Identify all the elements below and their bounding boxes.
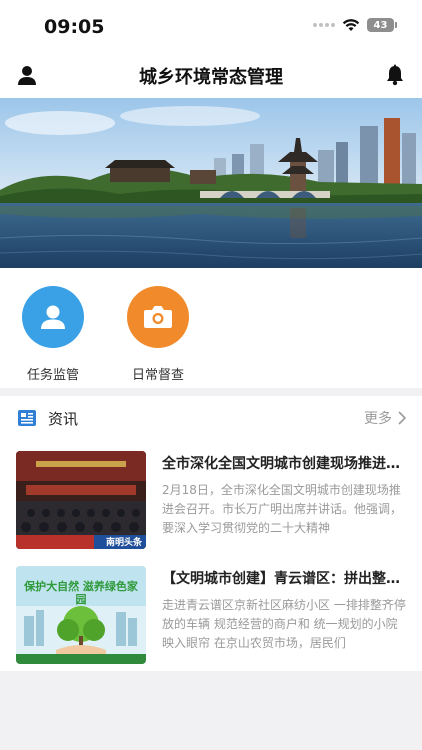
article-summary: 走进青云谱区京新社区麻纺小区 一排排整齐停放的车辆 规范经营的商户和 统一规划的… bbox=[162, 598, 406, 650]
news-section: 资讯 更多 南明头条 全市深化全国文明城市创建现场推进会召开 2月18日，全市深… bbox=[0, 396, 422, 671]
cellular-signal-icon bbox=[313, 23, 335, 27]
daily-inspection-button[interactable]: 日常督查 bbox=[113, 286, 203, 383]
task-supervision-button[interactable]: 任务监管 bbox=[8, 286, 98, 383]
article-title: 全市深化全国文明城市创建现场推进会召开 bbox=[162, 456, 406, 472]
more-label: 更多 bbox=[364, 411, 392, 427]
quick-actions: 任务监管 日常督查 bbox=[0, 268, 422, 388]
quick-circle-task bbox=[22, 286, 84, 348]
city-lake-photo bbox=[0, 98, 422, 268]
news-article-item[interactable]: 保护大自然 滋养绿色家园 【文明城市创建】青云谱区：拼出整洁新面貌 走进青云谱区… bbox=[0, 566, 422, 666]
chevron-right-icon bbox=[398, 411, 406, 425]
article-thumbnail: 保护大自然 滋养绿色家园 bbox=[16, 566, 146, 664]
banner-image[interactable] bbox=[0, 98, 422, 268]
news-section-title: 资讯 bbox=[48, 410, 79, 428]
news-icon bbox=[18, 410, 36, 426]
status-time: 09:05 bbox=[44, 16, 105, 38]
thumbnail-caption: 保护大自然 滋养绿色家园 bbox=[24, 580, 138, 606]
status-bar: 09:05 43 bbox=[0, 0, 422, 54]
news-article-item[interactable]: 南明头条 全市深化全国文明城市创建现场推进会召开 2月18日，全市深化全国文明城… bbox=[0, 451, 422, 551]
wifi-icon bbox=[342, 19, 360, 31]
news-header: 资讯 更多 bbox=[0, 396, 422, 440]
nav-bar: 城乡环境常态管理 bbox=[0, 54, 422, 98]
task-supervision-label: 任务监管 bbox=[26, 368, 79, 383]
quick-circle-inspection bbox=[127, 286, 189, 348]
camera-icon bbox=[144, 306, 172, 328]
article-summary: 2月18日，全市深化全国文明城市创建现场推进会召开。市长万广明出席并讲话。他强调… bbox=[162, 483, 403, 535]
bell-icon[interactable] bbox=[384, 64, 406, 86]
page-title: 城乡环境常态管理 bbox=[139, 67, 283, 88]
article-thumbnail: 南明头条 bbox=[16, 451, 146, 549]
person-icon bbox=[41, 305, 65, 329]
more-link[interactable]: 更多 bbox=[364, 408, 406, 428]
article-title: 【文明城市创建】青云谱区：拼出整洁新面貌 bbox=[162, 571, 406, 587]
status-indicators: 43 bbox=[313, 18, 397, 32]
daily-inspection-label: 日常督查 bbox=[131, 368, 184, 383]
thumbnail-caption: 南明头条 bbox=[105, 538, 142, 548]
battery-indicator: 43 bbox=[367, 18, 397, 32]
